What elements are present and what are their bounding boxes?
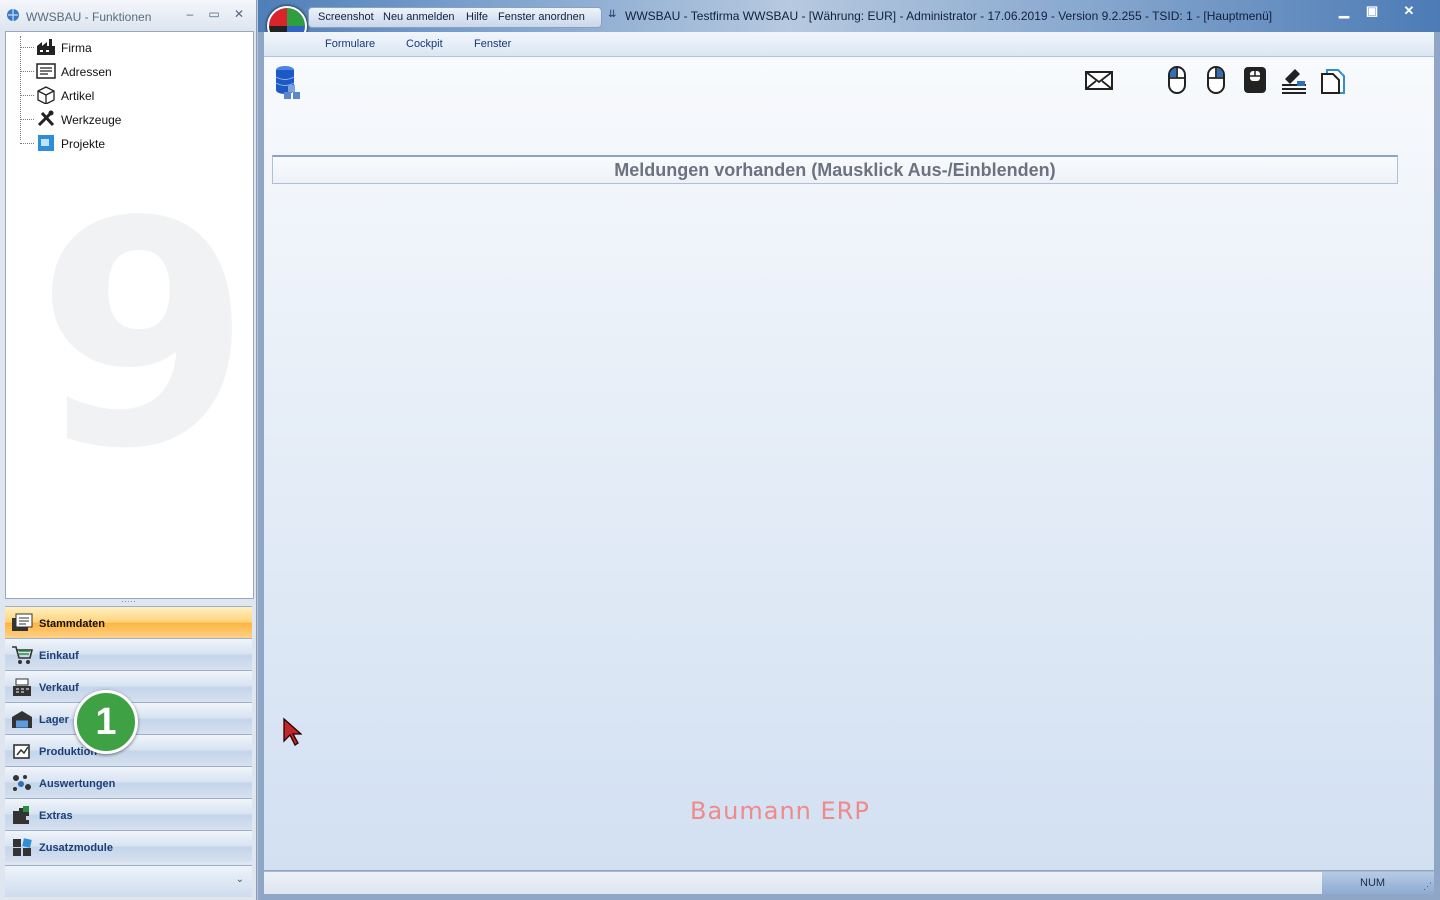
minimize-button[interactable]: ▁ — [1334, 3, 1354, 19]
status-bar: NUM ⋰ — [264, 871, 1434, 894]
cash-register-icon — [13, 678, 31, 696]
mouse-left-icon[interactable] — [1162, 65, 1192, 95]
function-tree: 9 Firma Adressen Artikel Werkzeuge Proje… — [5, 31, 254, 599]
address-card-icon — [36, 63, 56, 79]
nav-label: Einkauf — [39, 650, 79, 662]
nav-overflow-button[interactable]: ⌄ — [5, 865, 252, 897]
maximize-button[interactable]: ▭ — [207, 7, 221, 21]
tree-item-projekte[interactable]: Projekte — [6, 132, 246, 154]
mouse-cursor-icon — [283, 717, 302, 746]
brand-label: Baumann ERP — [690, 797, 870, 825]
tools-icon — [37, 110, 55, 127]
qat-fenster-anordnen[interactable]: Fenster anordnen — [498, 11, 585, 23]
tree-item-label: Firma — [61, 41, 92, 55]
database-icon[interactable] — [274, 65, 308, 101]
step-badge: 1 — [74, 690, 138, 754]
nav-auswertungen[interactable]: Auswertungen — [5, 766, 252, 798]
mail-icon[interactable] — [1084, 65, 1114, 95]
menu-cockpit[interactable]: Cockpit — [406, 38, 443, 50]
tree-item-label: Projekte — [61, 137, 106, 151]
nav-label: Lager — [39, 714, 69, 726]
nav-label: Extras — [39, 810, 73, 822]
nav-label: Stammdaten — [39, 618, 106, 630]
menu-formulare[interactable]: Formulare — [325, 38, 375, 50]
network-icon[interactable] — [1279, 65, 1309, 95]
maximize-button[interactable]: ▣ — [1362, 3, 1382, 19]
mouse-dark-icon[interactable] — [1240, 65, 1270, 95]
nav-einkauf[interactable]: Einkauf — [5, 638, 252, 670]
nav-label: Verkauf — [39, 682, 79, 694]
menu-fenster[interactable]: Fenster — [474, 38, 511, 50]
main-window-title: WWSBAU - Testfirma WWSBAU - [Währung: EU… — [625, 9, 1273, 23]
menu-bar: Formulare Cockpit Fenster — [264, 32, 1434, 57]
tree-item-artikel[interactable]: Artikel — [6, 84, 246, 106]
nav-verkauf[interactable]: Verkauf — [5, 670, 252, 702]
watermark-nine: 9 — [36, 156, 252, 517]
main-window: Screenshot Neu anmelden Hilfe Fenster an… — [258, 0, 1440, 900]
nav-extras[interactable]: Extras — [5, 798, 252, 830]
production-icon — [13, 744, 30, 759]
main-client-area: Meldungen vorhanden (Mausklick Aus-/Einb… — [264, 57, 1434, 870]
nav-stammdaten[interactable]: Stammdaten — [5, 606, 252, 638]
qat-hilfe[interactable]: Hilfe — [466, 11, 488, 23]
nav-zusatzmodule[interactable]: Zusatzmodule — [5, 830, 252, 862]
tree-item-label: Werkzeuge — [61, 113, 122, 127]
functions-window-titlebar[interactable]: WWSBAU - Funktionen – ▭ ✕ — [0, 0, 256, 31]
close-button[interactable]: ✕ — [232, 7, 246, 21]
shopping-cart-icon — [12, 646, 33, 664]
tree-item-firma[interactable]: Firma — [6, 36, 246, 58]
modules-icon — [13, 838, 32, 856]
analytics-icon — [13, 775, 31, 791]
qat-dropdown-icon[interactable]: ⇊ — [608, 9, 616, 20]
document-copy-icon[interactable] — [1318, 65, 1348, 95]
puzzle-icon — [13, 806, 29, 824]
factory-icon — [37, 39, 55, 55]
qat-screenshot[interactable]: Screenshot — [318, 11, 374, 23]
tree-item-label: Artikel — [61, 89, 95, 103]
resize-grip-icon[interactable]: ⋰ — [1423, 881, 1432, 892]
panel-splitter[interactable]: ····· — [5, 597, 252, 606]
main-window-titlebar[interactable]: Screenshot Neu anmelden Hilfe Fenster an… — [258, 0, 1440, 46]
messages-text: Meldungen vorhanden (Mausklick Aus-/Einb… — [614, 160, 1056, 180]
minimize-button[interactable]: – — [183, 7, 197, 21]
functions-window: WWSBAU - Funktionen – ▭ ✕ 9 Firma Adress… — [0, 0, 257, 900]
status-indicator-panel: NUM ⋰ — [1322, 872, 1434, 894]
chevron-down-icon: ⌄ — [235, 874, 244, 885]
functions-window-title: WWSBAU - Funktionen — [26, 10, 152, 24]
mouse-right-icon[interactable] — [1201, 65, 1231, 95]
num-lock-indicator: NUM — [1360, 877, 1386, 889]
close-button[interactable]: ✕ — [1399, 3, 1419, 19]
tree-item-werkzeuge[interactable]: Werkzeuge — [6, 108, 246, 130]
box-icon — [37, 86, 55, 104]
tree-item-label: Adressen — [61, 65, 112, 79]
qat-neu-anmelden[interactable]: Neu anmelden — [383, 11, 455, 23]
tree-item-adressen[interactable]: Adressen — [6, 60, 246, 82]
nav-label: Auswertungen — [39, 778, 116, 790]
project-icon — [38, 135, 54, 151]
warehouse-icon — [12, 711, 32, 728]
nav-label: Zusatzmodule — [39, 842, 113, 854]
app-globe-icon — [7, 9, 19, 21]
messages-toggle-bar[interactable]: Meldungen vorhanden (Mausklick Aus-/Einb… — [272, 155, 1398, 184]
master-data-icon — [12, 613, 33, 631]
quick-access-toolbar: Screenshot Neu anmelden Hilfe Fenster an… — [308, 7, 602, 28]
